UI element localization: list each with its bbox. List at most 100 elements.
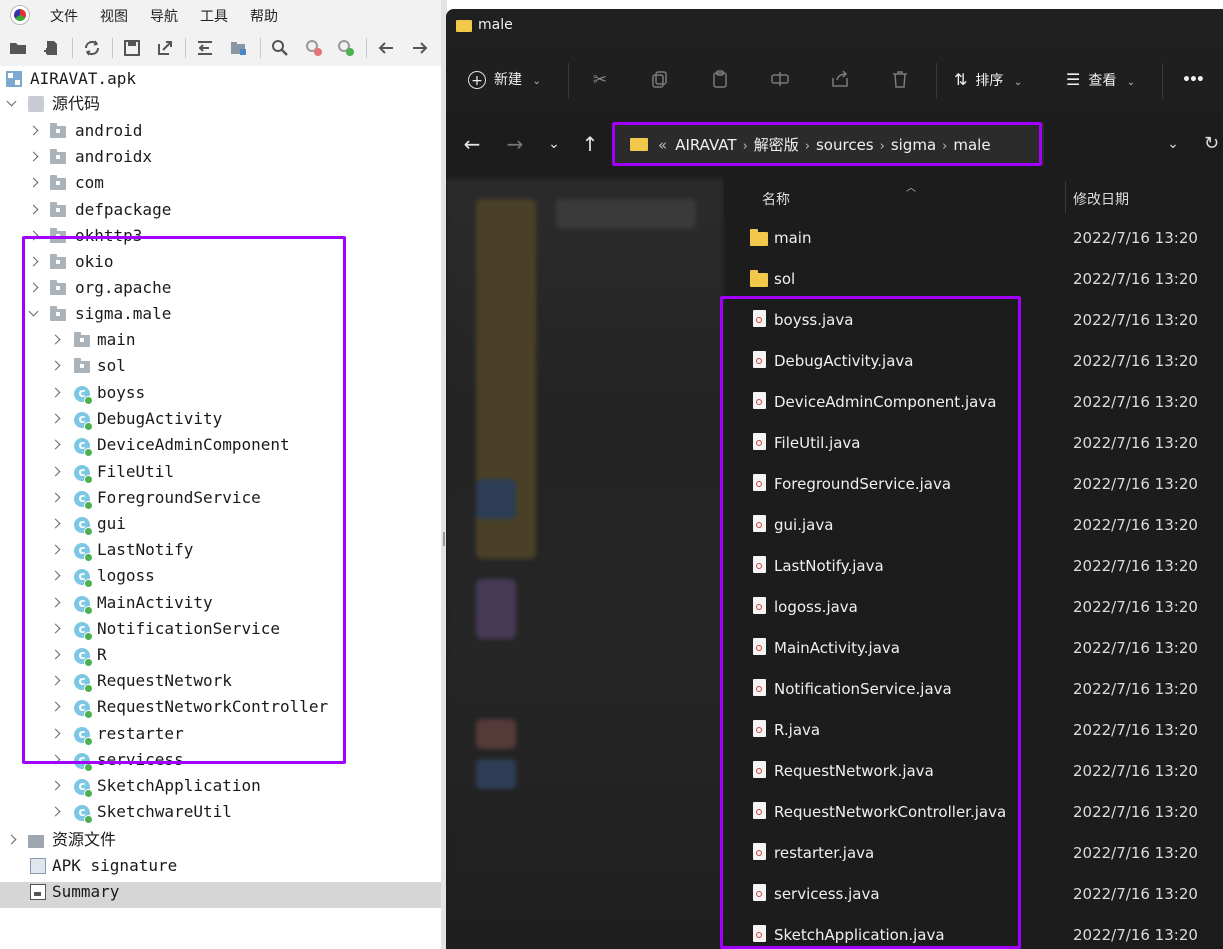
summary-icon (30, 884, 46, 900)
chevron-right-icon[interactable] (28, 197, 40, 223)
menu-help[interactable]: 帮助 (250, 6, 278, 26)
file-modified-date: 2022/7/16 13:20 (1073, 516, 1198, 534)
recent-locations-chevron-icon[interactable]: ⌄ (543, 133, 565, 155)
export-icon[interactable] (155, 38, 175, 58)
file-modified-date: 2022/7/16 13:20 (1073, 803, 1198, 821)
forward-icon[interactable] (410, 38, 430, 58)
address-row: ← → ⌄ ↑ «AIRAVAT › 解密版 › sources › sigma › male … (446, 113, 1223, 177)
column-divider[interactable] (1065, 181, 1066, 213)
tree-package-label: defpackage (75, 199, 172, 219)
sort-button[interactable]: ⇅ 排序 ⌄ (954, 69, 1022, 91)
plus-icon: + (468, 71, 486, 89)
address-dropdown-icon[interactable]: ⌄ (1162, 133, 1184, 155)
view-button[interactable]: ☰ 查看 ⌄ (1066, 69, 1135, 91)
tree-root-apk[interactable]: AIRAVAT.apk (6, 66, 136, 92)
menu-tools[interactable]: 工具 (200, 6, 228, 26)
chevron-right-icon[interactable] (28, 118, 40, 144)
find-class-icon[interactable] (304, 38, 324, 58)
up-arrow-icon[interactable]: ↑ (579, 133, 601, 155)
open-folder-icon[interactable] (8, 38, 28, 58)
tree-source-code[interactable]: 源代码 (6, 91, 100, 117)
file-modified-date: 2022/7/16 13:20 (1073, 270, 1198, 288)
tree-resources[interactable]: 资源文件 (6, 827, 116, 853)
folder-icon (750, 229, 768, 246)
toolbar-separator (185, 38, 186, 58)
tree-apk-signature[interactable]: APK signature (6, 853, 177, 879)
blurred-region (556, 199, 696, 229)
sort-icon: ⇅ (954, 70, 968, 89)
rename-icon[interactable] (769, 69, 791, 91)
tree-class[interactable]: SketchwareUtil (50, 799, 232, 825)
refresh-icon[interactable]: ↻ (1204, 133, 1219, 154)
tree-package[interactable]: androidx (28, 144, 152, 170)
file-modified-date: 2022/7/16 13:20 (1073, 680, 1198, 698)
column-name[interactable]: 名称 (762, 189, 790, 209)
highlight-box-address (612, 122, 1042, 166)
blurred-region (476, 759, 516, 789)
menu-view[interactable]: 视图 (100, 6, 128, 26)
tree-summary-label: Summary (52, 882, 120, 901)
chevron-down-icon: ⌄ (1126, 77, 1136, 88)
chevron-down-icon: ⌄ (1013, 77, 1023, 88)
chevron-right-icon[interactable] (28, 144, 40, 170)
file-row[interactable]: main 2022/7/16 13:20 (724, 219, 1223, 260)
command-separator (936, 63, 937, 99)
package-folder-icon (50, 175, 66, 191)
sync-icon[interactable] (82, 38, 102, 58)
back-arrow-icon[interactable]: ← (461, 133, 483, 155)
tree-package[interactable]: com (28, 170, 104, 196)
package-folder-icon (50, 201, 66, 217)
tree-class-label: SketchwareUtil (97, 802, 232, 822)
new-button[interactable]: + 新建 ⌄ (468, 69, 541, 91)
add-files-icon[interactable] (42, 38, 62, 58)
chevron-right-icon[interactable] (6, 827, 18, 853)
search-icon[interactable] (270, 38, 290, 58)
file-explorer-window: male + 新建 ⌄ ✂ ⇅ 排序 ⌄ ☰ 查看 ⌄ ••• ← → ⌄ ↑ … (446, 9, 1223, 949)
blurred-region (476, 479, 516, 519)
tree-package-label: androidx (75, 147, 153, 167)
menu-navigate[interactable]: 导航 (150, 6, 178, 26)
chevron-right-icon[interactable] (50, 773, 62, 799)
blurred-region (476, 579, 516, 639)
tree-package[interactable]: defpackage (28, 197, 171, 223)
column-modified[interactable]: 修改日期 (1073, 189, 1129, 209)
chevron-right-icon[interactable] (50, 799, 62, 825)
more-options-icon[interactable]: ••• (1182, 69, 1205, 91)
share-icon[interactable] (829, 69, 851, 91)
sort-label: 排序 (975, 73, 1004, 89)
jadx-toolbar (0, 30, 441, 67)
file-modified-date: 2022/7/16 13:20 (1073, 352, 1198, 370)
back-icon[interactable] (376, 38, 396, 58)
paste-icon[interactable] (709, 69, 731, 91)
jadx-window: 文件 视图 导航 工具 帮助 AIRAVAT.apk 源代码 android a… (0, 0, 441, 949)
tree-source-code-label: 源代码 (52, 94, 101, 113)
delete-icon[interactable] (889, 69, 911, 91)
forward-arrow-icon[interactable]: → (504, 133, 526, 155)
save-icon[interactable] (122, 38, 142, 58)
apk-icon (6, 71, 22, 87)
tree-package-label: android (75, 121, 143, 140)
copy-icon[interactable] (649, 69, 671, 91)
chevron-right-icon[interactable] (28, 170, 40, 196)
cut-icon[interactable]: ✂ (589, 69, 611, 91)
explorer-title-bar: male (446, 9, 1223, 45)
tree-summary[interactable]: Summary (6, 879, 119, 905)
file-modified-date: 2022/7/16 13:20 (1073, 885, 1198, 903)
flatten-icon[interactable] (195, 38, 215, 58)
class-icon (74, 803, 93, 825)
class-icon (74, 777, 93, 798)
menu-bar: 文件 视图 导航 工具 帮助 (0, 0, 441, 30)
file-modified-date: 2022/7/16 13:20 (1073, 475, 1198, 493)
tree-class[interactable]: SketchApplication (50, 773, 261, 799)
sort-caret-icon: ︿ (906, 183, 916, 194)
package-folder-icon (50, 123, 66, 138)
file-modified-date: 2022/7/16 13:20 (1073, 721, 1198, 739)
tree-package[interactable]: android (28, 118, 142, 144)
menu-file[interactable]: 文件 (50, 6, 78, 26)
file-row[interactable]: sol 2022/7/16 13:20 (724, 260, 1223, 301)
find-usage-icon[interactable] (336, 38, 356, 58)
package-icon[interactable] (228, 38, 248, 58)
toolbar-separator (112, 38, 113, 58)
chevron-down-icon[interactable] (6, 91, 18, 117)
toolbar-separator (366, 38, 367, 58)
